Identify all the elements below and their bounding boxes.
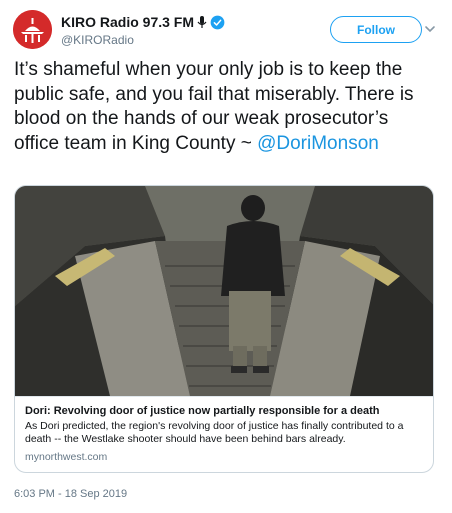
card-body[interactable]: Dori: Revolving door of justice now part… bbox=[15, 396, 433, 472]
tweet-header: KIRO Radio 97.3 FM @KIRORadio Follow bbox=[13, 10, 439, 54]
follow-button[interactable]: Follow bbox=[330, 16, 422, 43]
card-title[interactable]: Dori: Revolving door of justice now part… bbox=[25, 404, 425, 418]
avatar[interactable] bbox=[13, 10, 52, 49]
card-description: As Dori predicted, the region's revolvin… bbox=[25, 420, 404, 445]
tweet-text: It’s shameful when your only job is to k… bbox=[14, 58, 438, 156]
handle[interactable]: @KIRORadio bbox=[61, 33, 134, 47]
card-domain: mynorthwest.com bbox=[25, 451, 108, 463]
chevron-down-icon[interactable] bbox=[424, 23, 436, 35]
display-name-row[interactable]: KIRO Radio 97.3 FM bbox=[61, 14, 225, 30]
timestamp[interactable]: 6:03 PM - 18 Sep 2019 bbox=[14, 488, 127, 500]
display-name[interactable]: KIRO Radio 97.3 FM bbox=[61, 14, 194, 30]
verified-badge-icon bbox=[210, 15, 225, 29]
kiro-logo-icon bbox=[13, 10, 52, 49]
mention-link[interactable]: @DoriMonson bbox=[257, 133, 379, 154]
card-image[interactable] bbox=[15, 186, 434, 396]
microphone-icon bbox=[197, 15, 207, 28]
link-card[interactable]: Dori: Revolving door of justice now part… bbox=[14, 185, 434, 473]
